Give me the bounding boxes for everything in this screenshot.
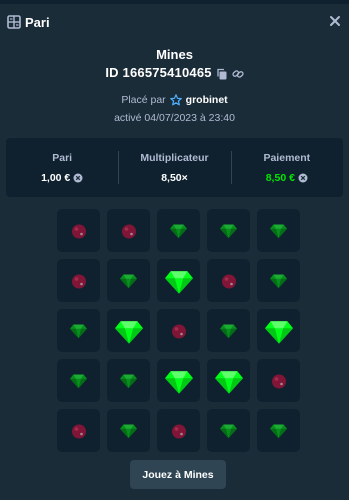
stat-multiplier-value-row: 8,50× <box>118 172 230 184</box>
bet-id-row: ID 166575410465 <box>0 65 349 80</box>
mines-grid <box>57 209 300 452</box>
stat-multiplier-label: Multiplicateur <box>140 152 209 164</box>
gem-icon <box>264 317 293 345</box>
grid-tile <box>157 309 200 352</box>
modal-title: Pari <box>25 15 50 30</box>
mine-icon <box>120 222 138 240</box>
grid-tile <box>207 409 250 452</box>
bet-date: activé 04/07/2023 à 23:40 <box>114 112 235 124</box>
grid-tile <box>207 359 250 402</box>
gem-icon <box>220 322 237 339</box>
close-icon[interactable] <box>327 13 343 29</box>
stat-payout-value-row: 8,50 € <box>231 172 343 184</box>
euro-coin-icon <box>298 173 308 183</box>
stat-multiplier: Multiplicateur 8,50× <box>118 138 230 197</box>
mine-icon <box>70 272 88 290</box>
receipt-icon <box>7 15 21 29</box>
gem-icon <box>170 222 187 239</box>
gem-icon <box>270 222 287 239</box>
grid-tile <box>157 409 200 452</box>
gem-icon <box>120 372 137 389</box>
grid-tile <box>207 259 250 302</box>
stat-bet: Pari 1,00 € <box>6 138 118 197</box>
gem-icon <box>220 222 237 239</box>
mine-icon <box>220 272 238 290</box>
placed-by: Placé par grobinet <box>0 94 349 106</box>
grid-tile <box>57 409 100 452</box>
placed-by-label: Placé par <box>121 94 166 106</box>
stat-bet-value-row: 1,00 € <box>6 172 118 184</box>
game-title: Mines <box>156 47 193 62</box>
grid-tile <box>207 209 250 252</box>
stat-bet-value: 1,00 € <box>41 172 71 184</box>
grid-tile <box>57 259 100 302</box>
grid-tile <box>107 359 150 402</box>
link-icon[interactable] <box>232 67 244 79</box>
grid-tile <box>57 209 100 252</box>
mine-icon <box>70 422 88 440</box>
gem-icon <box>70 372 87 389</box>
mine-icon <box>170 322 188 340</box>
grid-tile <box>257 259 300 302</box>
grid-tile <box>107 309 150 352</box>
grid-tile <box>107 409 150 452</box>
gem-icon <box>70 322 87 339</box>
grid-tile <box>257 209 300 252</box>
grid-tile <box>57 309 100 352</box>
gem-icon <box>270 422 287 439</box>
mine-icon <box>270 372 288 390</box>
play-mines-button[interactable]: Jouez à Mines <box>130 460 226 489</box>
mine-icon <box>70 222 88 240</box>
gem-icon <box>120 422 137 439</box>
gem-icon <box>120 272 137 289</box>
grid-tile <box>257 309 300 352</box>
bet-stats: Pari 1,00 € Multiplicateur 8,50× Paiemen… <box>6 138 343 197</box>
gem-icon <box>164 367 193 395</box>
grid-tile <box>157 209 200 252</box>
stat-payout-label: Paiement <box>263 152 311 164</box>
vip-star-icon <box>169 94 182 106</box>
bet-id: ID 166575410465 <box>105 65 212 80</box>
gem-icon <box>164 267 193 295</box>
grid-tile <box>257 359 300 402</box>
copy-icon[interactable] <box>216 67 228 79</box>
grid-tile <box>57 359 100 402</box>
grid-tile <box>207 309 250 352</box>
grid-tile <box>257 409 300 452</box>
euro-coin-icon <box>73 173 83 183</box>
gem-icon <box>214 367 243 395</box>
grid-tile <box>157 259 200 302</box>
gem-icon <box>220 422 237 439</box>
modal-header: Pari <box>0 4 349 42</box>
stat-multiplier-value: 8,50× <box>161 172 188 184</box>
stat-bet-label: Pari <box>52 152 73 164</box>
grid-tile <box>107 209 150 252</box>
grid-tile <box>107 259 150 302</box>
username[interactable]: grobinet <box>186 94 228 106</box>
stat-payout: Paiement 8,50 € <box>230 138 343 197</box>
mine-icon <box>170 422 188 440</box>
grid-tile <box>157 359 200 402</box>
gem-icon <box>114 317 143 345</box>
stat-payout-value: 8,50 € <box>265 172 295 184</box>
gem-icon <box>270 272 287 289</box>
